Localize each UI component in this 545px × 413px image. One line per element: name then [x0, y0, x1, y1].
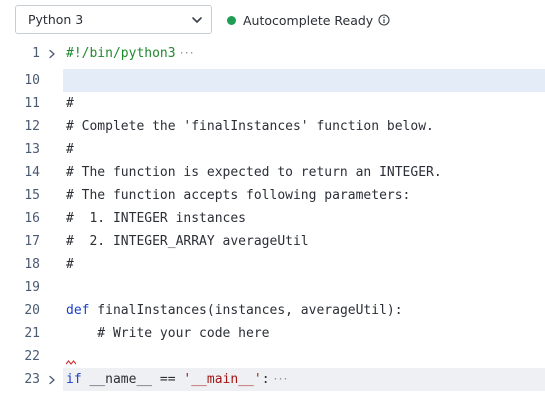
code-token: __name__ ==: [81, 372, 184, 387]
folded-ellipsis[interactable]: ···: [273, 374, 289, 385]
function-signature: finalInstances(instances, averageUtil):: [89, 303, 403, 318]
code-line[interactable]: 18 #: [0, 253, 545, 276]
code-text: # 2. INTEGER_ARRAY averageUtil: [66, 234, 309, 249]
code-editor[interactable]: 1 #!/bin/python3 ··· 10 11 # 12 # Complet…: [0, 42, 545, 413]
code-line[interactable]: 14 # The function is expected to return …: [0, 161, 545, 184]
code-token: :: [261, 372, 270, 387]
code-line[interactable]: 21 # Write your code here: [0, 322, 545, 345]
code-line[interactable]: 23 if __name__ == '__main__': ···: [0, 368, 545, 391]
line-number: 19: [24, 280, 40, 295]
line-number: 15: [24, 188, 40, 203]
code-text: # The function is expected to return an …: [66, 165, 442, 180]
code-line[interactable]: 15 # The function accepts following para…: [0, 184, 545, 207]
fold-expand-icon[interactable]: [47, 49, 57, 59]
editor-toolbar: Python 3 Autocomplete Ready: [0, 0, 545, 42]
code-text: #: [66, 142, 74, 157]
line-number: 16: [24, 211, 40, 226]
line-number: 11: [24, 96, 40, 111]
code-text: # 1. INTEGER instances: [66, 211, 247, 226]
code-line[interactable]: 22: [0, 345, 545, 368]
language-select-value: Python 3: [28, 12, 84, 27]
code-line-current[interactable]: 10: [0, 69, 545, 92]
keyword-def: def: [66, 303, 90, 318]
language-select[interactable]: Python 3: [15, 5, 212, 34]
line-number: 20: [24, 303, 40, 318]
line-number: 12: [24, 119, 40, 134]
code-line[interactable]: 17 # 2. INTEGER_ARRAY averageUtil: [0, 230, 545, 253]
code-text: #!/bin/python3: [66, 46, 176, 61]
status-dot: [227, 15, 236, 25]
status-text: Autocomplete Ready: [243, 12, 374, 28]
line-number: 10: [24, 73, 40, 88]
code-line[interactable]: 16 # 1. INTEGER instances: [0, 207, 545, 230]
string-literal: '__main__': [183, 372, 262, 387]
code-line[interactable]: 11 #: [0, 92, 545, 115]
code-line[interactable]: 20 def finalInstances(instances, average…: [0, 299, 545, 322]
code-text: #: [66, 257, 74, 272]
code-line[interactable]: 13 #: [0, 138, 545, 161]
code-text: # Complete the 'finalInstances' function…: [66, 119, 434, 134]
line-number: 13: [24, 142, 40, 157]
code-text: # The function accepts following paramet…: [66, 188, 411, 203]
line-number: 14: [24, 165, 40, 180]
line-number: 23: [24, 372, 40, 387]
code-line[interactable]: 1 #!/bin/python3 ···: [0, 42, 545, 65]
code-text: # Write your code here: [66, 326, 270, 341]
line-number: 21: [24, 326, 40, 341]
line-number: 1: [32, 46, 40, 61]
error-squiggle-icon: [66, 360, 76, 365]
info-circle-icon[interactable]: [378, 14, 390, 26]
keyword-if: if: [66, 372, 82, 387]
line-number: 22: [24, 349, 40, 364]
code-text: #: [66, 96, 74, 111]
line-number: 18: [24, 257, 40, 272]
code-line[interactable]: 19: [0, 276, 545, 299]
line-number: 17: [24, 234, 40, 249]
folded-ellipsis[interactable]: ···: [179, 48, 195, 59]
chevron-down-icon: [192, 17, 202, 23]
fold-expand-icon[interactable]: [47, 375, 57, 385]
code-line[interactable]: 12 # Complete the 'finalInstances' funct…: [0, 115, 545, 138]
autocomplete-status: Autocomplete Ready: [227, 11, 390, 29]
